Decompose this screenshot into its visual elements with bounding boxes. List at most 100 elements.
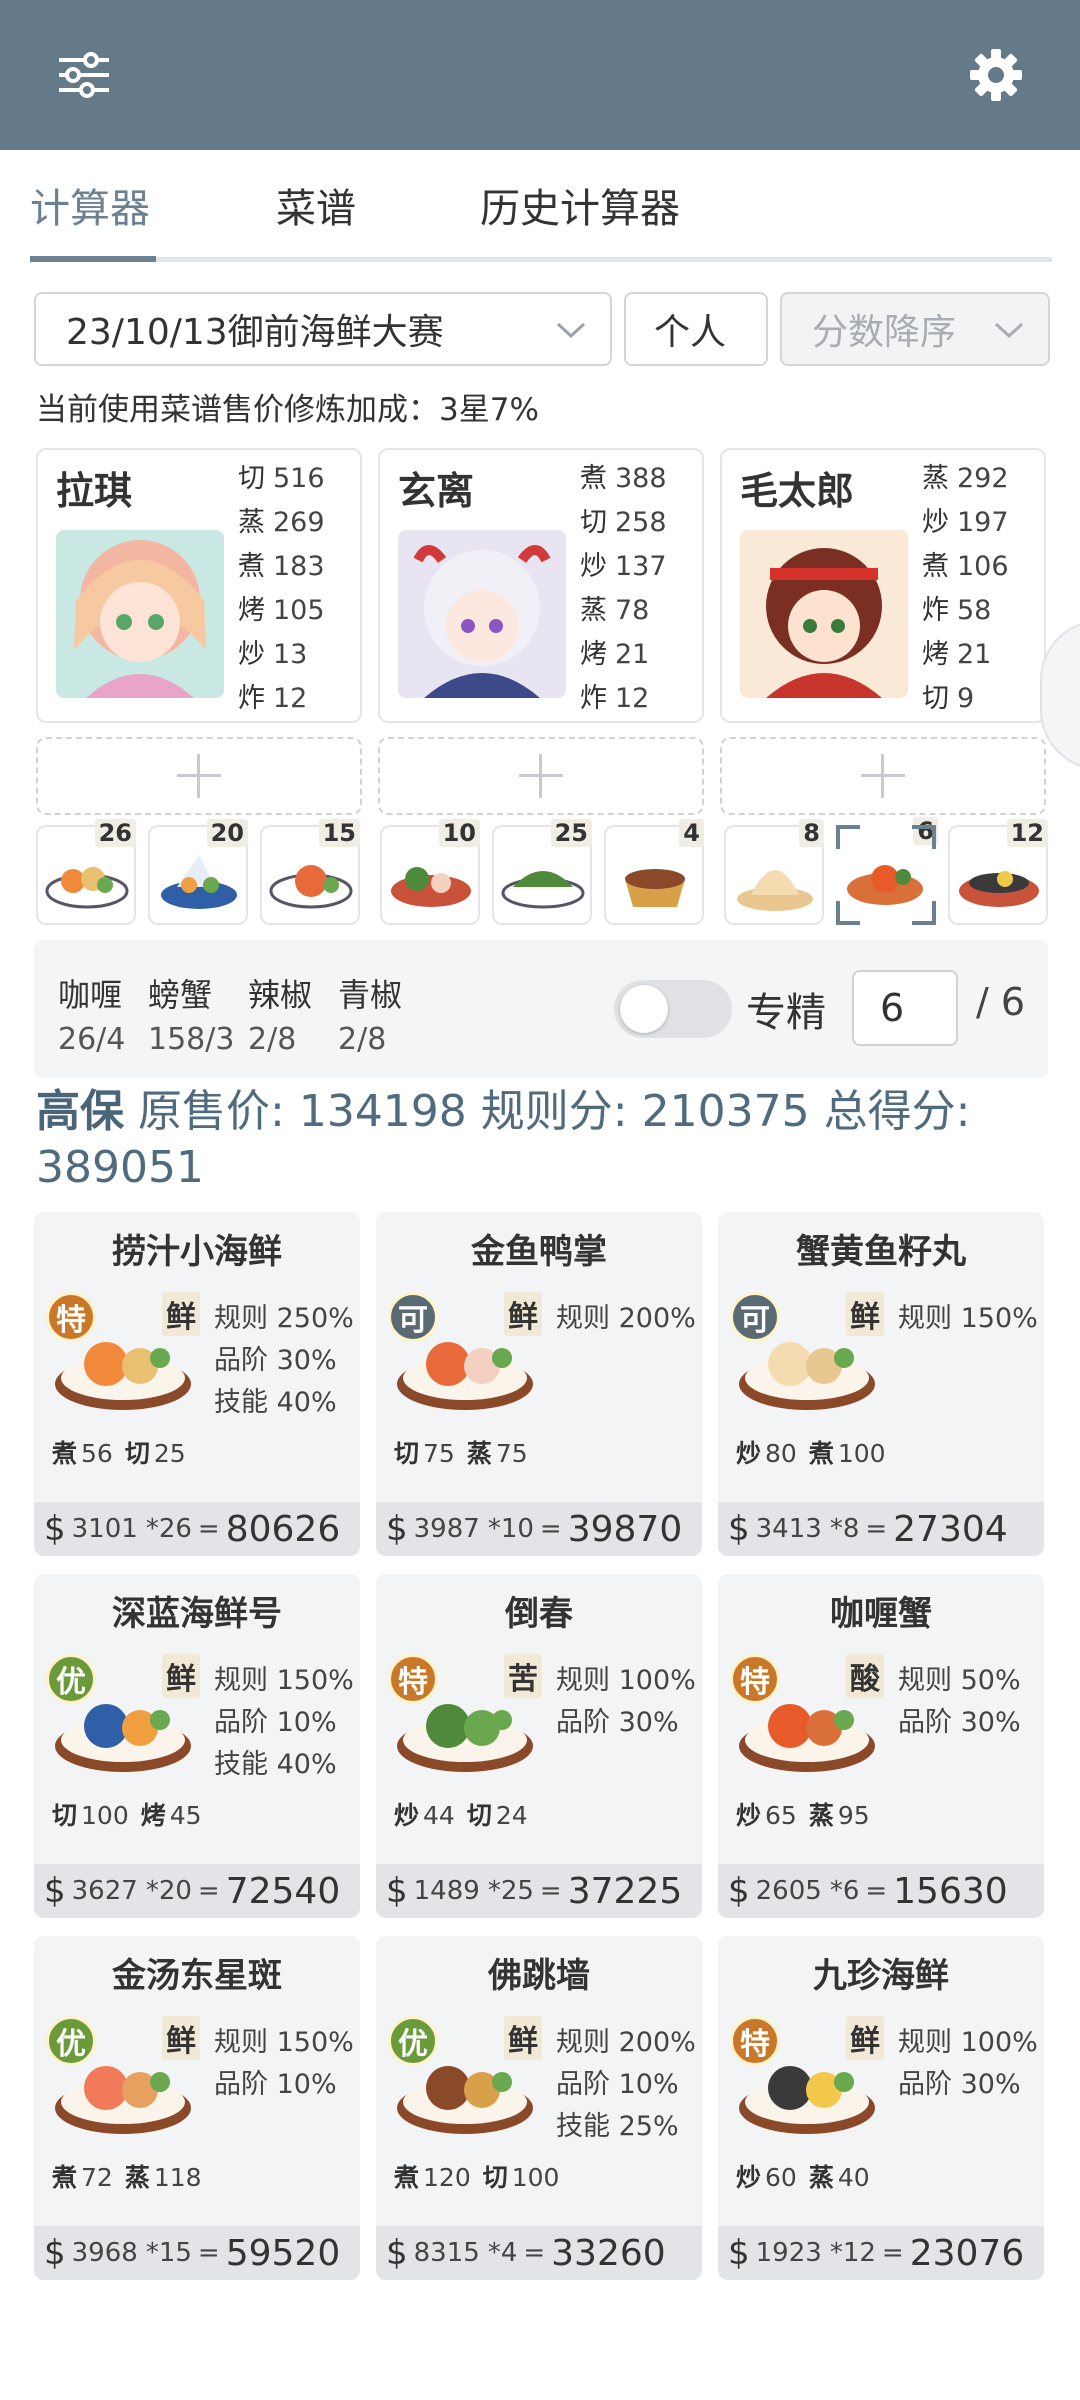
recipe-price-row: $ 3413 *8 = 27304 — [718, 1502, 1044, 1556]
tab-calculator[interactable]: 计算器 — [30, 176, 150, 234]
chef-portrait — [740, 530, 908, 698]
flavor-tag: 酸 — [846, 1654, 884, 1698]
dish-thumb[interactable]: 12 — [948, 819, 1048, 925]
add-equipment-slot[interactable] — [720, 737, 1046, 815]
dish-count: 26 — [94, 819, 136, 847]
unit-price: 3413 — [755, 1514, 822, 1544]
dish-count: 15 — [318, 819, 360, 847]
tab-indicator — [30, 256, 156, 262]
recipe-price-row: $ 3627 *20 = 72540 — [34, 1864, 360, 1918]
quantity: *10 — [487, 1514, 534, 1544]
tab-recipes[interactable]: 菜谱 — [276, 176, 356, 234]
rarity-badge: 特 — [46, 1292, 96, 1342]
contest-select-value: 23/10/13御前海鲜大赛 — [66, 312, 444, 353]
quantity: *15 — [145, 2238, 192, 2268]
chef-name: 拉琪 — [56, 469, 133, 513]
sliders-icon[interactable] — [44, 35, 124, 115]
dish-count: 10 — [438, 819, 480, 847]
recipe-skills: 煮 72 蒸 118 — [52, 2163, 202, 2192]
recipe-rules: 规则 200% — [556, 1303, 696, 1334]
recipe-name: 九珍海鲜 — [813, 1956, 949, 1996]
flavor-tag: 鲜 — [504, 2016, 542, 2060]
recipe-total: 39870 — [567, 1508, 683, 1550]
recipe-name: 捞汁小海鲜 — [112, 1232, 282, 1272]
chef-name: 毛太郎 — [740, 469, 855, 513]
chef-card[interactable]: 玄离 煮 388 切 258 炒 137 蒸 78 烤 21 炸 12 — [378, 448, 704, 723]
add-equipment-slot[interactable] — [36, 737, 362, 815]
recipe-price-row: $ 1489 *25 = 37225 — [376, 1864, 702, 1918]
dish-thumb[interactable]: 20 — [148, 819, 248, 925]
ingredient-item: 辣椒 2/8 — [248, 976, 313, 1057]
recipe-card[interactable]: 九珍海鲜 特 鲜 规则 100% 品阶 30% 炒 60 蒸 40 $ 1923 *12… — [718, 1936, 1044, 2280]
recipe-name: 咖喱蟹 — [830, 1594, 932, 1634]
recipe-skills: 炒 44 切 24 — [394, 1801, 528, 1830]
flavor-tag: 鲜 — [846, 1292, 884, 1336]
chef-skills: 蒸 292 炒 197 煮 106 炸 58 烤 21 切9 — [922, 463, 1009, 714]
flavor-tag: 鲜 — [162, 1292, 200, 1336]
recipe-card[interactable]: 金鱼鸭掌 可 鲜 规则 200% 切 75 蒸 75 $ 3987 *10 = 398… — [376, 1212, 702, 1556]
specialize-input[interactable]: 6 — [852, 970, 958, 1046]
recipe-total: 37225 — [567, 1870, 683, 1912]
recipe-rules: 规则 100% 品阶 30% — [898, 2027, 1038, 2100]
flavor-tag: 苦 — [504, 1654, 542, 1698]
plus-icon — [177, 754, 221, 798]
mode-button[interactable]: 个人 — [624, 292, 768, 366]
recipe-total: 33260 — [551, 2232, 666, 2274]
side-drawer-handle[interactable] — [1040, 620, 1080, 770]
recipe-skills: 炒 60 蒸 40 — [736, 2163, 870, 2192]
recipe-price-row: $ 3968 *15 = 59520 — [34, 2226, 360, 2280]
rarity-badge: 特 — [730, 1654, 780, 1704]
tab-bar: 计算器 菜谱 历史计算器 — [30, 150, 1052, 262]
dish-thumb[interactable]: 15 — [260, 819, 360, 925]
contest-select[interactable]: 23/10/13御前海鲜大赛 — [34, 292, 612, 366]
quantity: *6 — [829, 1876, 860, 1906]
rarity-badge: 可 — [730, 1292, 780, 1342]
recipe-card[interactable]: 深蓝海鲜号 优 鲜 规则 150% 品阶 10% 技能 40% 切 100 烤 45 $ … — [34, 1574, 360, 1918]
dish-thumb[interactable]: 8 — [724, 819, 824, 925]
recipe-rules: 规则 150% 品阶 10% — [214, 2027, 354, 2100]
recipe-skills: 切 75 蒸 75 — [394, 1439, 528, 1468]
recipe-name: 金汤东星斑 — [112, 1956, 282, 1996]
dish-thumb[interactable]: 10 — [380, 819, 480, 925]
quantity: *25 — [487, 1876, 534, 1906]
recipe-card[interactable]: 金汤东星斑 优 鲜 规则 150% 品阶 10% 煮 72 蒸 118 $ 3968 *… — [34, 1936, 360, 2280]
recipe-total: 72540 — [225, 1870, 341, 1912]
sort-select[interactable]: 分数降序 — [780, 292, 1050, 366]
total-score: 389051 — [36, 1142, 204, 1193]
recipe-card[interactable]: 捞汁小海鲜 特 鲜 规则 250% 品阶 30% 技能 40% 煮 56 切 25 $ 3… — [34, 1212, 360, 1556]
mode-label: 个人 — [654, 312, 727, 353]
recipe-name: 佛跳墙 — [488, 1956, 590, 1996]
chef-portrait — [398, 530, 566, 698]
dish-thumb[interactable]: 26 — [36, 819, 136, 925]
recipe-total: 23076 — [909, 2232, 1025, 2274]
recipe-price-row: $ 3987 *10 = 39870 — [376, 1502, 702, 1556]
recipe-name: 深蓝海鲜号 — [112, 1594, 282, 1634]
app-bar — [0, 0, 1080, 150]
rarity-badge: 特 — [388, 1654, 438, 1704]
recipe-price-row: $ 3101 *26 = 80626 — [34, 1502, 360, 1556]
dish-thumb[interactable]: 4 — [604, 819, 704, 925]
gear-icon[interactable] — [956, 35, 1036, 115]
recipe-price-row: $ 2605 *6 = 15630 — [718, 1864, 1044, 1918]
tab-history-calculator[interactable]: 历史计算器 — [480, 176, 680, 234]
recipe-card[interactable]: 佛跳墙 优 鲜 规则 200% 品阶 10% 技能 25% 煮 120 切 100 $ 8… — [376, 1936, 702, 2280]
recipe-card[interactable]: 蟹黄鱼籽丸 可 鲜 规则 150% 炒 80 煮 100 $ 3413 *8 = 27… — [718, 1212, 1044, 1556]
recipe-skills: 煮 120 切 100 — [394, 2163, 560, 2192]
dish-thumb-selected[interactable]: 6 — [836, 817, 938, 925]
add-equipment-slot[interactable] — [378, 737, 704, 815]
quantity: *4 — [487, 2238, 518, 2268]
recipe-card[interactable]: 倒春 特 苦 规则 100% 品阶 30% 炒 44 切 24 $ 1489 *25 =… — [376, 1574, 702, 1918]
dish-count: 12 — [1006, 819, 1048, 847]
recipe-price-row: $ 8315 *4 = 33260 — [376, 2226, 702, 2280]
recipe-total: 15630 — [893, 1870, 1008, 1912]
recipe-card[interactable]: 咖喱蟹 特 酸 规则 50% 品阶 30% 炒 65 蒸 95 $ 2605 *6 = … — [718, 1574, 1044, 1918]
specialize-toggle[interactable] — [614, 980, 732, 1038]
dish-thumb[interactable]: 25 — [492, 819, 592, 925]
unit-price: 3987 — [413, 1514, 480, 1544]
selected-chef-name: 高保 — [36, 1086, 124, 1137]
chef-card[interactable]: 拉琪 切 516 蒸 269 煮 183 烤 105 炒 13 炸 12 — [36, 448, 362, 723]
chef-card[interactable]: 毛太郎 蒸 292 炒 197 煮 106 炸 58 烤 21 切9 — [720, 448, 1046, 723]
dish-count: 8 — [799, 819, 824, 847]
unit-price: 3968 — [71, 2238, 138, 2268]
plus-icon — [519, 754, 563, 798]
